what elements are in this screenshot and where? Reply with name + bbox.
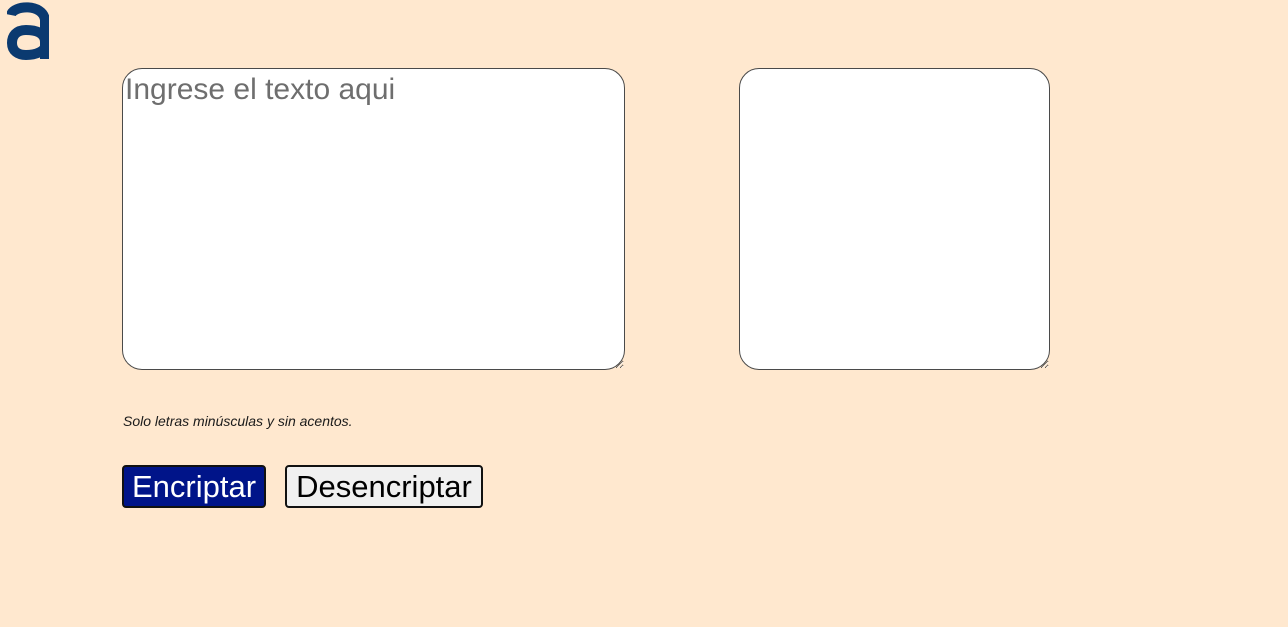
result-output-area[interactable] (739, 68, 1050, 370)
text-input-area[interactable] (122, 68, 625, 370)
letter-a-logo-icon (7, 2, 49, 61)
input-hint-text: Solo letras minúsculas y sin acentos. (123, 413, 353, 429)
encrypt-button[interactable]: Encriptar (122, 465, 266, 508)
decrypt-button[interactable]: Desencriptar (285, 465, 483, 508)
alura-logo-icon (7, 2, 49, 62)
